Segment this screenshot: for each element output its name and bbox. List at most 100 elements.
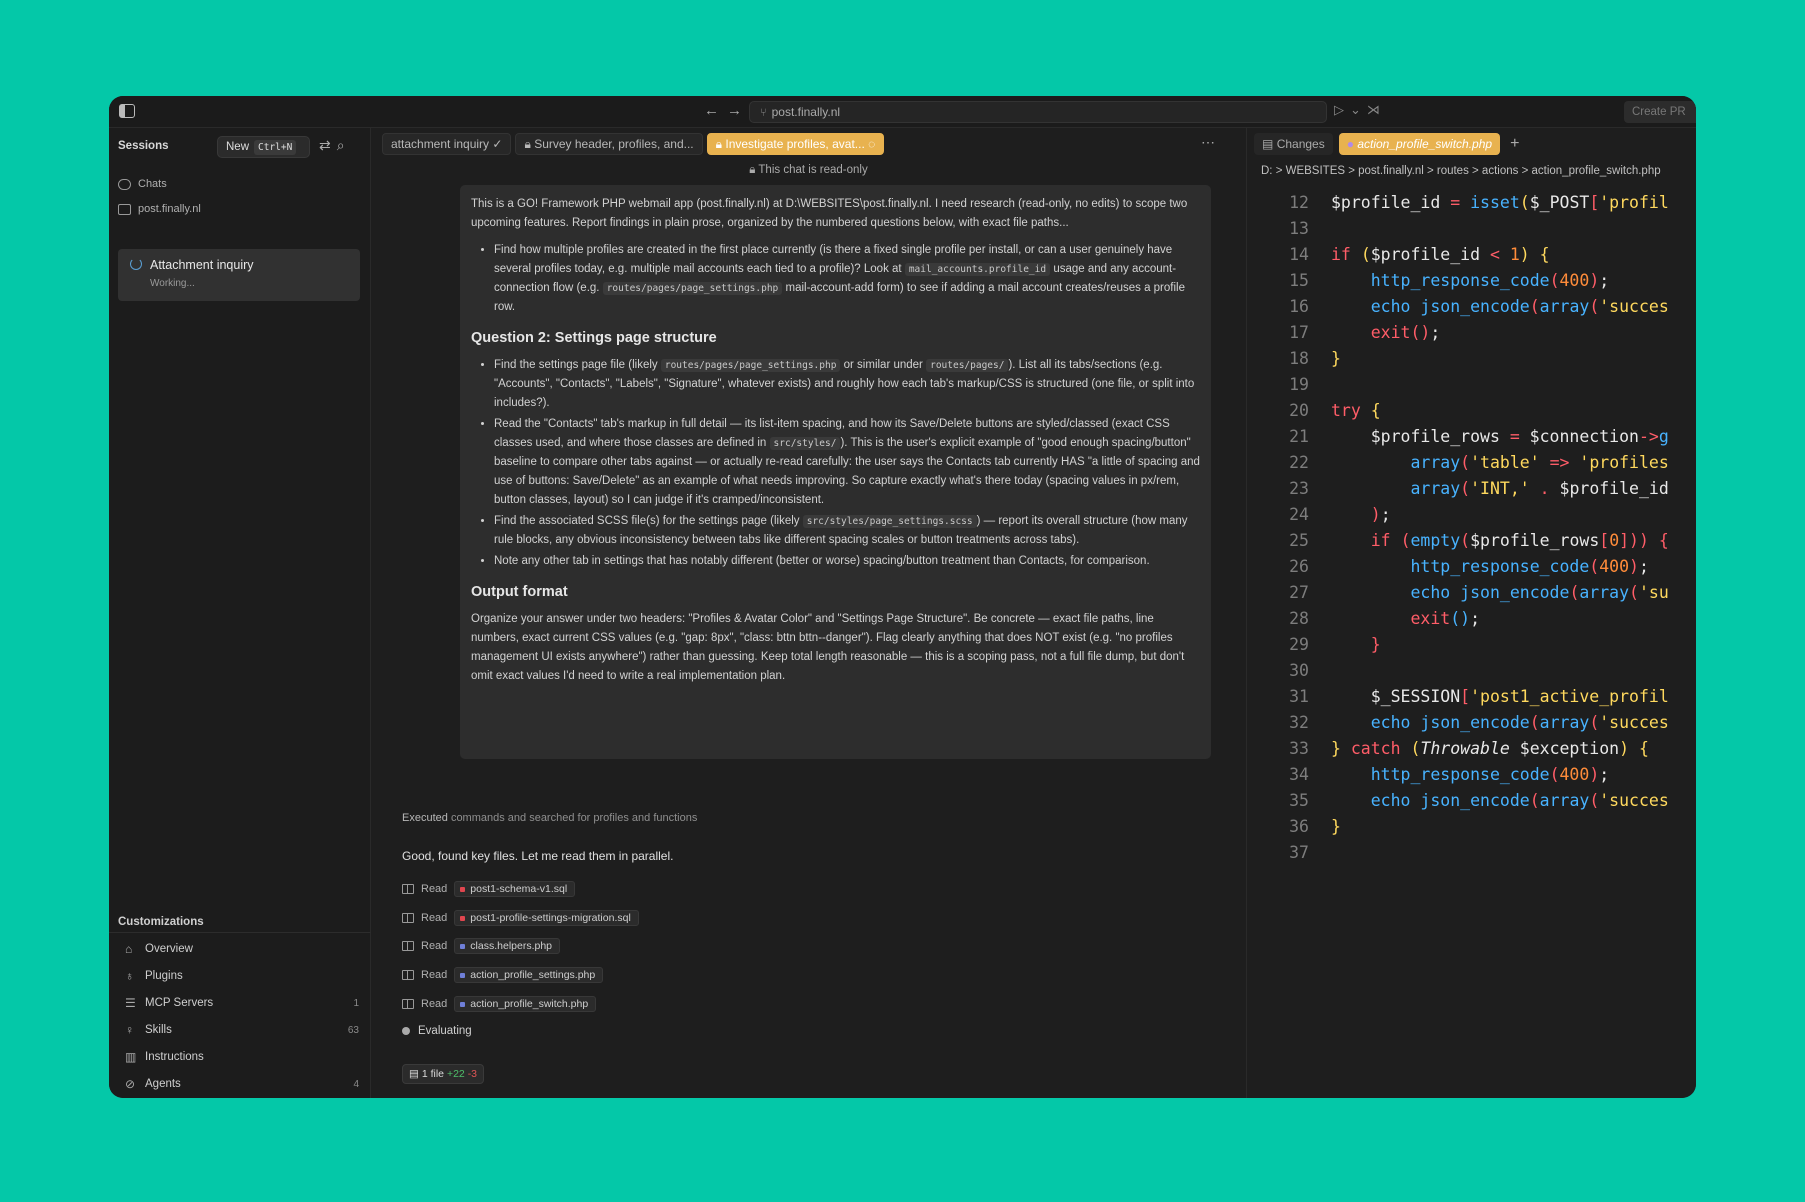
filter-icon[interactable]: ⇄: [319, 137, 337, 153]
search-icon[interactable]: ⌕: [337, 137, 351, 153]
line-number: 30: [1289, 661, 1309, 680]
file-name: post1-schema-v1.sql: [470, 883, 568, 895]
line-number: 32: [1289, 713, 1309, 732]
session-item[interactable]: Attachment inquiry Working...: [118, 249, 360, 301]
custom-item-mcp-servers[interactable]: ☰ MCP Servers 1: [125, 996, 359, 1010]
check-icon: ✓: [492, 137, 503, 151]
item-label: Plugins: [145, 970, 183, 982]
q1-list: Find how multiple profiles are created i…: [471, 241, 1200, 317]
item-count: 63: [347, 1024, 359, 1036]
changed-files-chip[interactable]: ▤ 1 file +22 -3: [402, 1064, 485, 1084]
readonly-notice: 🔒︎ This chat is read-only: [372, 164, 1245, 177]
tab-investigate-profiles[interactable]: 🔒︎ Investigate profiles, avat... ◌: [706, 133, 885, 155]
run-controls[interactable]: ▷⌄⋊: [1334, 102, 1386, 118]
code-line: $_SESSION['post1_active_profil: [1331, 687, 1669, 706]
agent-icon: ⊘: [125, 1077, 136, 1091]
read-label: Read: [421, 969, 448, 981]
folder-item[interactable]: post.finally.nl: [118, 203, 201, 215]
line-number: 31: [1289, 687, 1309, 706]
lock-icon: 🔒︎: [715, 137, 723, 151]
new-session-button[interactable]: New Ctrl+N: [217, 136, 310, 158]
php-file-icon: [460, 972, 466, 978]
inline-code: src/styles/: [769, 437, 841, 450]
session-title: Attachment inquiry: [150, 258, 254, 272]
file-chip[interactable]: post1-schema-v1.sql: [454, 881, 576, 897]
tab-file[interactable]: ● action_profile_switch.php: [1338, 133, 1501, 155]
item-count: 4: [353, 1078, 359, 1090]
breadcrumb[interactable]: D: > WEBSITES > post.finally.nl > routes…: [1261, 165, 1661, 177]
code-line: array('table' => 'profiles: [1410, 453, 1669, 472]
item-label: Skills: [145, 1024, 172, 1036]
file-name: action_profile_switch.php: [470, 998, 589, 1010]
file-chip[interactable]: post1-profile-settings-migration.sql: [454, 910, 639, 926]
read-row: Read post1-schema-v1.sql: [402, 881, 576, 897]
nav-arrows[interactable]: ←→: [704, 102, 750, 119]
item-label: Agents: [145, 1078, 181, 1090]
chevron-down-icon[interactable]: ⌄: [1350, 102, 1367, 117]
more-icon[interactable]: ⋯: [1201, 134, 1215, 151]
vscode-icon[interactable]: ⋊: [1367, 102, 1386, 117]
php-file-icon: [460, 943, 466, 949]
code-line: exit();: [1410, 609, 1481, 628]
tab-survey-header[interactable]: 🔒︎ Survey header, profiles, and...: [515, 133, 703, 155]
inline-code: routes/pages/page_settings.php: [602, 282, 783, 295]
custom-item-skills[interactable]: ♀ Skills 63: [125, 1023, 359, 1037]
sidebar-toggle-icon[interactable]: [119, 104, 135, 118]
line-number: 27: [1289, 583, 1309, 602]
file-chip[interactable]: class.helpers.php: [454, 938, 561, 954]
tab-label: Investigate profiles, avat...: [725, 137, 865, 151]
spinner-icon: ◌: [868, 137, 876, 151]
read-row: Read post1-profile-settings-migration.sql: [402, 910, 639, 926]
title-bar: ←→ ⑂ post.finally.nl ▷⌄⋊ Create PR: [109, 96, 1696, 128]
code-line: echo json_encode(array('succes: [1370, 791, 1669, 810]
line-number: 24: [1289, 505, 1309, 524]
chat-panel: attachment inquiry ✓ 🔒︎ Survey header, p…: [372, 128, 1245, 1098]
file-chip[interactable]: action_profile_switch.php: [454, 996, 597, 1012]
file-icon: ▤: [409, 1068, 419, 1080]
files-count: 1 file: [421, 1068, 445, 1080]
code-line: $profile_id = isset($_POST['profil: [1331, 193, 1669, 212]
inline-code: routes/pages/: [926, 359, 1009, 372]
executed-detail: commands and searched for profiles and f…: [450, 812, 698, 824]
line-number: 25: [1289, 531, 1309, 550]
tab-label: action_profile_switch.php: [1357, 137, 1493, 151]
add-tab-icon[interactable]: +: [1510, 135, 1519, 153]
custom-item-agents[interactable]: ⊘ Agents 4: [125, 1077, 359, 1091]
line-number: 19: [1289, 375, 1309, 394]
custom-item-plugins[interactable]: ♁ Plugins: [125, 969, 359, 983]
tab-attachment-inquiry[interactable]: attachment inquiry ✓: [382, 133, 512, 155]
session-status: Working...: [150, 278, 195, 289]
message-intro: This is a GO! Framework PHP webmail app …: [471, 198, 1188, 229]
folder-label: post.finally.nl: [138, 203, 201, 215]
tab-changes[interactable]: ▤ Changes: [1254, 133, 1333, 155]
url-text: post.finally.nl: [771, 105, 841, 119]
item-count: 1: [353, 997, 359, 1009]
divider: [109, 932, 371, 933]
home-icon: ⌂: [125, 942, 133, 956]
back-arrow-icon[interactable]: ←: [704, 102, 727, 119]
line-number: 36: [1289, 817, 1309, 836]
output-text: Organize your answer under two headers: …: [471, 613, 1185, 682]
chats-item[interactable]: Chats: [118, 178, 167, 190]
evaluating-status: Evaluating: [402, 1025, 472, 1037]
evaluating-text: Evaluating: [418, 1025, 472, 1037]
text: Find the associated SCSS file(s) for the…: [494, 515, 800, 527]
custom-item-overview[interactable]: ⌂ Overview: [125, 942, 359, 956]
bulb-icon: ♀: [125, 1023, 134, 1037]
custom-item-instructions[interactable]: ▥ Instructions: [125, 1050, 359, 1064]
text: or similar under: [843, 359, 923, 371]
forward-arrow-icon[interactable]: →: [727, 102, 750, 119]
run-icon[interactable]: ▷: [1334, 102, 1350, 117]
code-line: $profile_rows = $connection->g: [1331, 427, 1669, 446]
file-chip[interactable]: action_profile_settings.php: [454, 967, 604, 983]
file-name: action_profile_settings.php: [470, 969, 596, 981]
read-label: Read: [421, 998, 448, 1010]
line-number: 14: [1289, 245, 1309, 264]
file-name: class.helpers.php: [470, 940, 553, 952]
url-bar[interactable]: ⑂ post.finally.nl: [749, 101, 1327, 123]
code-line: echo json_encode(array('su: [1410, 583, 1669, 602]
line-number: 35: [1289, 791, 1309, 810]
line-number: 33: [1289, 739, 1309, 758]
executed-summary[interactable]: Executed commands and searched for profi…: [402, 812, 697, 824]
create-pr-button[interactable]: Create PR: [1624, 101, 1696, 123]
